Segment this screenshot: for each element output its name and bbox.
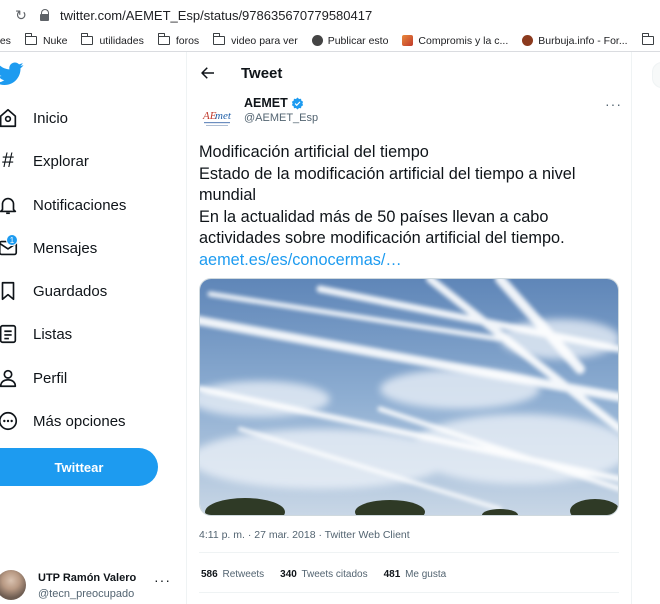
folder-icon xyxy=(641,33,654,45)
bookmark-icon xyxy=(0,279,20,303)
search-box-edge[interactable] xyxy=(652,62,660,88)
browser-address-bar[interactable]: ↻ twitter.com/AEMET_Esp/status/978635670… xyxy=(0,0,660,30)
likes-stat[interactable]: 481 Me gusta xyxy=(384,569,447,580)
bookmark-publicar[interactable]: Publicar esto xyxy=(311,34,389,47)
bookmark-folder-foros[interactable]: foros xyxy=(157,33,200,47)
mail-icon: 1 xyxy=(0,234,20,260)
sidebar-item-label: Inicio xyxy=(33,109,69,127)
author-name[interactable]: AEMET xyxy=(244,96,304,110)
bookmark-folder-alcasser[interactable]: alcasser xyxy=(641,33,660,47)
avatar xyxy=(0,570,26,600)
favicon-icon xyxy=(522,35,534,46)
reload-icon[interactable]: ↻ xyxy=(12,6,30,24)
tweet-line: Estado de la modificación artificial del… xyxy=(199,164,576,183)
page-header: Tweet xyxy=(187,52,633,96)
verified-badge-icon xyxy=(291,97,303,109)
retweets-label: Retweets xyxy=(222,569,265,580)
bookmark-label: foros xyxy=(175,34,200,47)
bookmarks-bar: nes Nuke utilidades foros video para ver… xyxy=(0,30,660,52)
author-name-text: AEMET xyxy=(244,96,288,110)
author-avatar[interactable]: AE met xyxy=(200,99,234,133)
favicon-icon xyxy=(311,35,323,46)
sidebar-item-label: Más opciones xyxy=(33,412,126,430)
folder-icon xyxy=(81,33,94,45)
sidebar-item-label: Notificaciones xyxy=(33,196,127,214)
tweet-text: Modificación artificial del tiempo Estad… xyxy=(199,142,619,271)
favicon-icon xyxy=(402,35,414,46)
retweets-count: 586 xyxy=(201,569,218,580)
list-icon xyxy=(0,322,20,346)
bell-icon xyxy=(0,193,20,217)
folder-icon xyxy=(157,33,170,45)
sky-contrails-image xyxy=(200,279,618,515)
sidebar-item-label: Mensajes xyxy=(33,239,98,257)
tweet-button[interactable]: Twittear xyxy=(0,448,158,486)
hashtag-icon: # xyxy=(2,149,14,172)
divider xyxy=(199,592,619,593)
sidebar-item-perfil[interactable]: Perfil xyxy=(0,363,67,393)
url-text[interactable]: twitter.com/AEMET_Esp/status/97863567077… xyxy=(60,8,372,23)
tweet-line: actividades sobre modificación artificia… xyxy=(199,229,565,247)
home-icon xyxy=(0,106,20,130)
folder-icon xyxy=(213,33,226,45)
sidebar-item-label: Explorar xyxy=(33,152,89,170)
sidebar-item-label: Guardados xyxy=(33,282,108,300)
sidebar-item-explorar[interactable]: # Explorar xyxy=(0,146,89,176)
tweet-line: mundial xyxy=(199,186,257,204)
sidebar-item-mas-opciones[interactable]: Más opciones xyxy=(0,406,126,436)
page-title: Tweet xyxy=(241,65,283,82)
retweets-stat[interactable]: 586 Retweets xyxy=(201,569,264,580)
sidebar-item-guardados[interactable]: Guardados xyxy=(0,276,107,306)
more-icon[interactable]: ··· xyxy=(154,572,171,588)
author-handle[interactable]: @AEMET_Esp xyxy=(244,112,318,124)
tweet-timestamp[interactable]: 4:11 p. m. · 27 mar. 2018 · Twitter Web … xyxy=(199,529,410,541)
sidebar-item-label: Perfil xyxy=(33,369,68,387)
quotes-label: Tweets citados xyxy=(301,569,368,580)
bookmark-label: utilidades xyxy=(99,34,144,47)
account-switcher[interactable]: UTP Ramón Valero @tecn_preocupado ··· xyxy=(0,566,188,604)
tweet-stats: 586 Retweets 340 Tweets citados 481 Me g… xyxy=(201,569,462,580)
bookmark-item[interactable]: nes xyxy=(0,35,11,47)
main-column: Tweet AE met AEMET @AEMET_Esp ··· Modifi… xyxy=(186,52,632,604)
sidebar-item-mensajes[interactable]: 1 Mensajes xyxy=(0,233,97,263)
notification-badge: 1 xyxy=(6,234,18,246)
sidebar-item-label: Listas xyxy=(33,325,73,343)
bookmark-folder-nuke[interactable]: Nuke xyxy=(24,33,68,47)
tweet-line: En la actualidad más de 50 países llevan… xyxy=(199,207,549,226)
bookmark-folder-utilidades[interactable]: utilidades xyxy=(81,33,144,47)
profile-handle: @tecn_preocupado xyxy=(38,588,135,600)
more-circle-icon xyxy=(0,409,20,433)
bookmark-label: video para ver xyxy=(231,34,298,47)
sidebar-item-listas[interactable]: Listas xyxy=(0,319,72,349)
sidebar-item-inicio[interactable]: Inicio xyxy=(0,103,68,133)
profile-name: UTP Ramón Valero xyxy=(38,572,137,584)
sidebar: Inicio # Explorar Notificaciones 1 Mensa… xyxy=(0,52,188,604)
bookmark-burbuja[interactable]: Burbuja.info - For... xyxy=(522,34,628,47)
bookmark-label: Compromis y la c... xyxy=(418,34,509,47)
svg-text:met: met xyxy=(215,110,232,122)
bookmark-label: Publicar esto xyxy=(327,34,389,47)
lock-icon xyxy=(40,9,50,21)
tweet-image[interactable] xyxy=(199,278,619,516)
bookmark-label: Nuke xyxy=(42,34,68,47)
bookmark-folder-video[interactable]: video para ver xyxy=(213,33,298,47)
quote-tweets-stat[interactable]: 340 Tweets citados xyxy=(280,569,367,580)
tweet-line: Modificación artificial del tiempo xyxy=(199,143,429,161)
back-arrow-icon[interactable] xyxy=(199,64,217,82)
person-icon xyxy=(0,366,20,390)
likes-count: 481 xyxy=(383,569,401,580)
sidebar-item-notificaciones[interactable]: Notificaciones xyxy=(0,190,126,220)
likes-label: Me gusta xyxy=(405,569,447,580)
twitter-logo-icon[interactable] xyxy=(0,62,24,86)
aemet-logo-icon: AE met xyxy=(202,110,232,126)
quotes-count: 340 xyxy=(280,569,297,580)
divider xyxy=(199,552,619,553)
bookmark-compromis[interactable]: Compromis y la c... xyxy=(402,35,508,47)
bookmark-label: Burbuja.info - For... xyxy=(538,34,628,47)
tweet-link[interactable]: aemet.es/es/conocermas/… xyxy=(199,250,619,272)
more-icon[interactable]: ··· xyxy=(605,96,622,112)
folder-icon xyxy=(24,33,37,45)
bookmark-label: nes xyxy=(0,34,11,47)
